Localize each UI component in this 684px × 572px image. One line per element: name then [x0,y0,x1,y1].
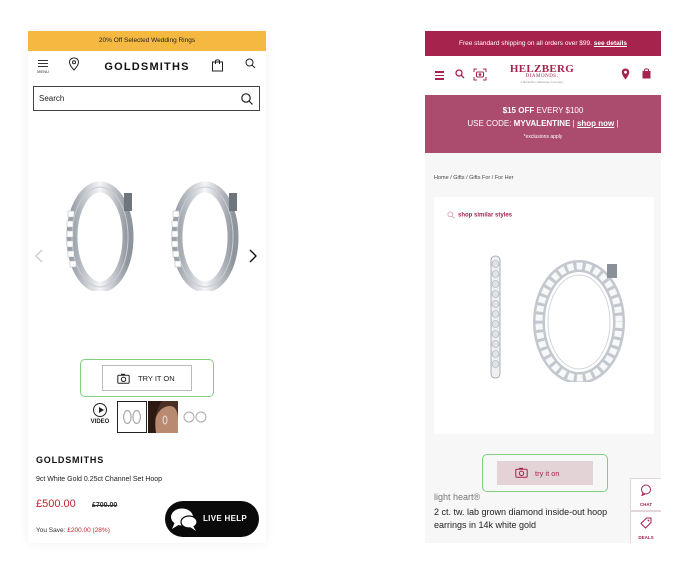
shop-similar-link[interactable]: shop similar styles [447,211,512,219]
promo-code: MYVALENTINE [513,119,571,128]
search-placeholder: Search [39,94,65,103]
product-image-inside-out-hoops [490,255,625,382]
site-header: HELZBERG DIAMONDS. A Berkshire Hathaway … [425,56,661,95]
deals-label: DEALS [638,535,654,540]
thumbnail-hoop-side[interactable] [180,401,210,433]
helzberg-screen: Free standard shipping on all orders ove… [425,31,661,543]
breadcrumb[interactable]: Home / Gifts / Gifts For / For Her [434,175,513,181]
savings-amount: £200.00 (28%) [67,527,110,534]
next-image-arrow[interactable] [248,248,258,264]
thumbnail-hoop-pair[interactable] [117,401,147,433]
try-it-on-button[interactable]: try it on [497,461,593,485]
product-name: 9ct White Gold 0.25ct Channel Set Hoop [36,476,163,483]
goldsmiths-logo[interactable]: GOLDSMITHS [28,61,266,73]
visual-search-camera-icon[interactable] [473,68,487,81]
live-help-label: LIVE HELP [203,514,248,523]
promo-code-line: USE CODE: MYVALENTINE | shop now | [425,119,661,128]
shop-now-link[interactable]: shop now [577,119,614,128]
logo-tagline: A Berkshire Hathaway Company [520,80,564,84]
promo-note: *exclusions apply [523,134,563,140]
thumbnail-model-wearing[interactable] [148,401,178,433]
search-icon [447,211,455,219]
search-icon[interactable] [455,69,465,79]
try-it-on-label: TRY IT ON [138,374,175,383]
shipping-text: Free standard shipping on all orders ove… [458,40,592,47]
promo-code-prefix: USE CODE: [467,119,512,128]
deals-tab[interactable]: DEALS [630,511,661,543]
promo-separator: | [616,119,619,128]
chat-label: CHAT [639,502,653,507]
goldsmiths-screen: 20% Off Selected Wedding Rings MENU GOLD… [28,31,266,543]
savings-line: You Save: £200.00 (28%) [36,527,110,534]
see-details-link[interactable]: see details [594,40,627,47]
savings-label: You Save: [36,527,66,534]
product-brand[interactable]: light heart® [434,492,480,502]
video-thumbnail[interactable]: VIDEO [86,403,114,425]
camera-icon [117,373,130,384]
store-locator-icon[interactable] [621,68,630,80]
search-icon[interactable] [240,92,254,106]
live-help-button[interactable]: LIVE HELP [165,501,259,537]
promo-headline: $15 OFF EVERY $100 [425,106,661,115]
product-image-hoop-earrings [66,181,239,291]
try-on-highlight: TRY IT ON [80,359,214,397]
promo-threshold: EVERY $100 [536,106,584,115]
comparison-canvas: 20% Off Selected Wedding Rings MENU GOLD… [0,0,684,572]
chat-icon [641,484,651,497]
price-tag-icon [640,517,652,529]
product-image-card: shop similar styles [434,197,654,434]
floating-side-tabs: CHAT DEALS [630,478,661,543]
shopping-bag-icon[interactable] [642,68,651,79]
promo-banner[interactable]: 20% Off Selected Wedding Rings [28,31,266,51]
helzberg-logo[interactable]: HELZBERG DIAMONDS. A Berkshire Hathaway … [505,63,579,84]
try-it-on-button[interactable]: TRY IT ON [102,365,192,391]
shop-similar-label: shop similar styles [458,212,513,219]
camera-icon [515,467,528,478]
product-brand: GOLDSMITHS [36,455,104,465]
chat-tab[interactable]: CHAT [630,478,661,511]
video-label: VIDEO [90,419,110,425]
play-icon [93,403,107,417]
promo-separator: | [572,119,575,128]
thumbnail-strip: VIDEO [86,401,216,433]
search-icon[interactable] [244,57,257,70]
search-input[interactable]: Search [33,86,260,111]
promo-banner[interactable]: $15 OFF EVERY $100 USE CODE: MYVALENTINE… [425,95,661,153]
chat-bubbles-icon [171,508,198,531]
try-it-on-label: try it on [535,469,560,478]
site-header: MENU GOLDSMITHS [28,51,266,82]
shipping-banner: Free standard shipping on all orders ove… [425,31,661,56]
promo-discount: $15 OFF [502,106,535,115]
product-price: £500.00 [36,498,76,510]
hamburger-icon[interactable] [435,71,444,82]
original-price: £700.00 [92,502,118,509]
product-title: 2 ct. tw. lab grown diamond inside-out h… [434,507,608,530]
shopping-bag-icon[interactable] [211,58,224,72]
try-on-highlight: try it on [482,454,608,492]
previous-image-arrow[interactable] [34,248,44,264]
